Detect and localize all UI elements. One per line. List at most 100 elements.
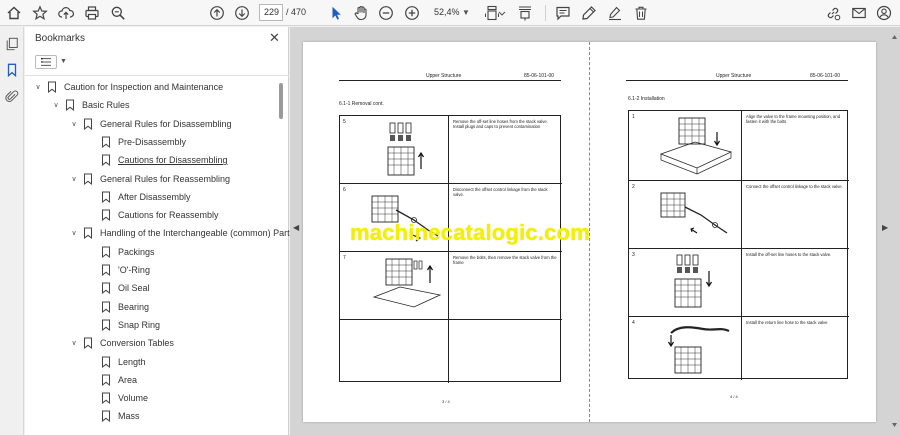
bookmark-item[interactable]: Pre-Disassembly bbox=[87, 133, 186, 151]
bookmark-item[interactable]: Cautions for Reassembly bbox=[87, 206, 219, 224]
bookmark-label: Packings bbox=[118, 246, 155, 257]
left-step-row bbox=[340, 320, 562, 383]
zoom-in-icon[interactable] bbox=[402, 3, 422, 23]
bookmark-item[interactable]: Snap Ring bbox=[87, 316, 160, 334]
search-zoom-icon[interactable] bbox=[108, 3, 128, 23]
document-viewer[interactable]: ◀ ▶ Upper Structure 85-06-101-00 6.1-1 R… bbox=[290, 27, 900, 435]
zoom-dropdown-chevron-icon[interactable]: ▼ bbox=[462, 4, 470, 21]
hand-icon[interactable] bbox=[351, 3, 371, 23]
zoom-out-icon[interactable] bbox=[376, 3, 396, 23]
bookmark-label: Pre-Disassembly bbox=[118, 136, 187, 147]
right-step-row: 3 Install the off-set line hoses to the … bbox=[629, 249, 849, 317]
bookmark-ribbon-icon bbox=[102, 301, 110, 313]
star-icon[interactable] bbox=[30, 3, 50, 23]
bookmark-ribbon-icon bbox=[102, 282, 110, 295]
left-steps-table: 5 Remove the off-set line hoses from the… bbox=[339, 115, 562, 383]
bookmark-label: Basic Rules bbox=[82, 100, 130, 111]
bookmark-item[interactable]: ∨ Caution for Inspection and Maintenance bbox=[33, 78, 223, 96]
bookmark-item[interactable]: ∨ General Rules for Reassembling bbox=[69, 170, 230, 188]
home-icon[interactable] bbox=[4, 3, 24, 23]
bookmarks-panel: Bookmarks ✕ ▼ ∨ Caution for Inspection an… bbox=[25, 27, 294, 435]
bookmark-ribbon-icon bbox=[102, 392, 110, 405]
share-link-icon[interactable] bbox=[823, 3, 843, 23]
scroll-mode-icon[interactable] bbox=[515, 3, 535, 23]
bookmark-ribbon-icon bbox=[102, 154, 110, 167]
bookmark-item[interactable]: Length bbox=[87, 353, 146, 371]
highlight-pen-icon[interactable] bbox=[579, 3, 599, 23]
bookmarks-scrollbar[interactable] bbox=[279, 83, 283, 119]
expand-chevron-down-icon[interactable]: ∨ bbox=[69, 339, 79, 347]
expand-chevron-down-icon[interactable]: ∨ bbox=[69, 120, 79, 128]
bookmark-item[interactable]: ∨ General Rules for Disassembling bbox=[69, 115, 232, 133]
print-icon[interactable] bbox=[82, 3, 102, 23]
bookmark-ribbon-icon bbox=[102, 191, 110, 203]
page-number-input[interactable]: 229 bbox=[259, 4, 283, 21]
bookmark-item[interactable]: Packings bbox=[87, 243, 155, 261]
viewer-scrollbar[interactable] bbox=[892, 35, 897, 427]
expand-chevron-down-icon[interactable]: ∨ bbox=[69, 229, 79, 237]
bookmark-label: Oil Seal bbox=[118, 283, 150, 294]
bookmark-ribbon-icon bbox=[84, 173, 92, 185]
step-number: 7 bbox=[343, 255, 346, 261]
bookmark-item[interactable]: ∨ Basic Rules bbox=[51, 96, 130, 114]
options-chevron-down-icon[interactable]: ▼ bbox=[60, 58, 67, 65]
expand-chevron-down-icon[interactable]: ∨ bbox=[51, 101, 61, 109]
page-fit-chevron-icon[interactable] bbox=[497, 3, 507, 23]
bookmark-label: Area bbox=[118, 374, 138, 385]
bookmark-ribbon-icon bbox=[66, 99, 74, 112]
bookmark-item[interactable]: 'O'-Ring bbox=[87, 261, 150, 279]
bookmark-item[interactable]: After Disassembly bbox=[87, 188, 191, 206]
bookmark-label: Caution for Inspection and Maintenance bbox=[64, 82, 224, 92]
step-number: 2 bbox=[632, 184, 635, 190]
collapse-right-chevron-icon[interactable]: ▶ bbox=[882, 223, 888, 232]
bookmark-item[interactable]: Bearing bbox=[87, 298, 149, 316]
step-illustration bbox=[659, 117, 733, 175]
bookmark-label: Mass bbox=[118, 411, 140, 422]
left-page-number: 3 / 4 bbox=[442, 399, 450, 404]
expand-chevron-down-icon[interactable]: ∨ bbox=[69, 175, 79, 183]
account-icon[interactable] bbox=[874, 3, 894, 23]
bookmark-item[interactable]: Mass bbox=[87, 407, 140, 425]
pages-thumbnails-icon[interactable] bbox=[4, 36, 20, 52]
bookmark-label: After Disassembly bbox=[118, 191, 191, 202]
close-icon[interactable]: ✕ bbox=[269, 31, 281, 45]
main-toolbar: 229 / 470 52,4% ▼ bbox=[0, 0, 900, 26]
upload-icon[interactable] bbox=[56, 3, 76, 23]
right-header-rule bbox=[626, 80, 848, 81]
bookmarks-icon[interactable] bbox=[4, 62, 20, 78]
bookmark-item[interactable]: Cautions for Disassembling bbox=[87, 151, 228, 169]
watermark-text: machinecatalogic.com bbox=[350, 220, 590, 245]
step-illustration bbox=[660, 192, 728, 234]
left-header-rule bbox=[339, 80, 561, 81]
bookmark-item[interactable]: ∨ Conversion Tables bbox=[69, 334, 174, 352]
expand-chevron-down-icon[interactable]: ∨ bbox=[33, 83, 43, 91]
pdf-page-spread: Upper Structure 85-06-101-00 6.1-1 Remov… bbox=[303, 42, 876, 422]
fill-sign-icon[interactable] bbox=[605, 3, 625, 23]
bookmark-item[interactable]: Area bbox=[87, 371, 137, 389]
bookmark-ribbon-icon bbox=[102, 374, 110, 386]
right-header-code: 85-06-101-00 bbox=[810, 73, 841, 79]
right-page-number: 4 / 4 bbox=[730, 394, 738, 399]
page-down-icon[interactable] bbox=[232, 3, 252, 23]
collapse-left-chevron-icon[interactable]: ◀ bbox=[293, 223, 299, 232]
bookmark-item[interactable]: Oil Seal bbox=[87, 279, 150, 297]
step-instruction: Disconnect the offset control linkage fr… bbox=[453, 187, 548, 198]
select-cursor-icon[interactable] bbox=[326, 3, 346, 23]
step-number: 4 bbox=[632, 320, 635, 326]
left-step-row: 5 Remove the off-set line hoses from the… bbox=[340, 116, 562, 184]
bookmark-label: Bearing bbox=[118, 301, 150, 312]
bookmark-item[interactable]: Volume bbox=[87, 389, 148, 407]
mail-icon[interactable] bbox=[849, 3, 869, 23]
comment-icon[interactable] bbox=[553, 3, 573, 23]
delete-icon[interactable] bbox=[631, 3, 651, 23]
panel-divider bbox=[25, 75, 289, 76]
page-up-icon[interactable] bbox=[207, 3, 227, 23]
bookmark-ribbon-icon bbox=[102, 356, 110, 368]
bookmark-label: Cautions for Reassembly bbox=[118, 210, 219, 221]
bookmark-ribbon-icon bbox=[48, 81, 56, 93]
bookmark-item[interactable]: ∨ Handling of the Interchangeable (common… bbox=[69, 224, 294, 242]
right-step-row: 1 Align the valve to the frame mounting … bbox=[629, 111, 849, 181]
step-number: 5 bbox=[343, 119, 346, 125]
bookmark-options-icon[interactable] bbox=[35, 55, 57, 69]
attachments-icon[interactable] bbox=[4, 88, 20, 104]
